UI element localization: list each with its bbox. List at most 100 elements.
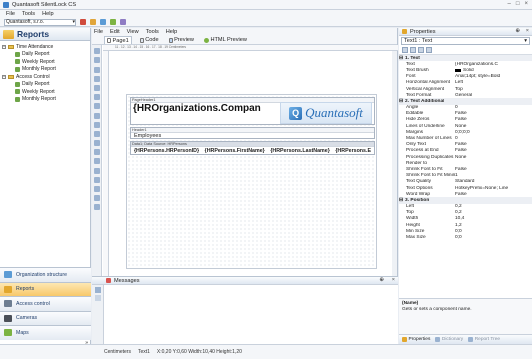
tree-node-ta-monthly[interactable]: Monthly Report [2,66,88,74]
categorized-icon[interactable] [402,47,408,53]
tree-node-ac-daily[interactable]: Daily Report [2,81,88,89]
property-row[interactable]: Text Brush Solid [399,67,532,73]
menu-file[interactable]: File [6,11,15,17]
property-value[interactable]: Arial;14pt; style=Bold [455,74,532,79]
property-row[interactable]: Max Number of Lines 0 [399,135,532,141]
tab-html-preview[interactable]: HTML Preview [202,36,249,44]
property-row[interactable]: Angle 0 [399,105,532,111]
property-value[interactable]: None [455,155,532,160]
property-value[interactable]: 0;0;0;0 [455,130,532,135]
component-selector[interactable]: Text1 : Text ▾ [401,37,530,45]
tab-code[interactable]: Code [138,36,161,44]
property-value[interactable]: 0 [455,136,532,141]
tree-node-access-control[interactable]: − Access Control [2,73,88,81]
subreport-tool-icon[interactable] [94,149,100,156]
property-row[interactable]: Text Format General [399,92,532,98]
shape-tool-icon[interactable] [94,112,100,119]
employees-text-component[interactable]: Employees [131,133,374,139]
zip-tool-icon[interactable] [94,195,100,202]
clear-messages-icon[interactable] [95,287,101,293]
property-value[interactable]: 0,2 [455,204,532,209]
property-value[interactable]: Top [455,87,532,92]
property-value[interactable]: 0 [455,105,532,110]
tab-page1[interactable]: Page1 [104,36,132,44]
company-logo[interactable]: Q Quantasoft [280,102,372,124]
maximize-icon[interactable]: □ [516,1,520,7]
property-row[interactable]: Shrink Font to Fit False [399,166,532,172]
band-tool-icon[interactable] [94,84,100,91]
nav-button-reports[interactable]: Reports [0,281,91,296]
property-value[interactable]: Solid [463,68,532,73]
lock-icon[interactable] [90,19,96,25]
property-row[interactable]: Only Text False [399,142,532,148]
menu-tools[interactable]: Tools [22,11,35,17]
pointer-tool-icon[interactable] [94,48,100,55]
property-row[interactable]: Horizontal Alignment Left [399,80,532,86]
tools-icon[interactable] [80,19,86,25]
field-email[interactable]: {HRPersons.E [335,148,371,154]
alphabetical-icon[interactable] [410,47,416,53]
tab-properties[interactable]: Properties [402,337,430,342]
events-icon[interactable] [426,47,432,53]
property-value[interactable]: None [455,124,532,129]
close-icon[interactable]: × [526,28,529,34]
minimize-icon[interactable]: – [508,1,511,7]
property-value[interactable]: 0;0 [455,229,532,234]
property-row[interactable]: Word Wrap False [399,191,532,197]
tab-dictionary[interactable]: Dictionary [435,337,463,342]
property-row[interactable]: Text Quality Standard [399,179,532,185]
property-row[interactable]: Left 0,2 [399,204,532,210]
container-tool-icon[interactable] [94,167,100,174]
text-tool-icon[interactable] [94,66,100,73]
nav-button-access-control[interactable]: Access control [0,296,91,311]
nav-button-organization[interactable]: Organization structure [0,267,91,282]
property-value[interactable]: 0,2 [455,210,532,215]
property-row[interactable]: Text Options HotkeyPrefix=None; Line [399,185,532,191]
barcode-tool-icon[interactable] [94,130,100,137]
data-band[interactable]: Data1; Data Source: HRPersons {HRPersons… [130,141,375,155]
property-value[interactable]: False [455,142,532,147]
company-combo[interactable]: Quantasoft, s.r.o. ▾ [4,18,76,26]
property-value[interactable]: General [455,93,532,98]
tree-node-time-attendance[interactable]: − Time Attendance [2,43,88,51]
header-band[interactable]: Header1 Employees [130,127,375,139]
property-row[interactable]: Text {HROrganizations.C [399,61,532,67]
report-page[interactable]: PageHeader1 {HROrganizations.Compan Q Qu… [126,94,377,269]
property-value[interactable]: False [455,117,532,122]
panel-tool-icon[interactable] [94,158,100,165]
field-last-name[interactable]: {HRPersons.LastName} [270,148,329,154]
user-icon[interactable] [100,19,106,25]
tab-preview[interactable]: Preview [167,36,196,44]
report-icon[interactable] [120,19,126,25]
property-pages-icon[interactable] [418,47,424,53]
collapse-icon[interactable]: − [2,74,6,79]
property-value[interactable]: Standard [455,179,532,184]
page-header-band[interactable]: PageHeader1 {HROrganizations.Compan Q Qu… [130,97,375,125]
table-tool-icon[interactable] [94,94,100,101]
field-person-id[interactable]: {HRPersons.HRPersonID} [134,148,199,154]
designer-menu-help[interactable]: Help [166,29,178,35]
tab-report-tree[interactable]: Report Tree [468,337,500,342]
property-row[interactable]: Vertical Alignment Top [399,86,532,92]
tree-node-ta-daily[interactable]: Daily Report [2,51,88,59]
property-row[interactable]: Max Size 0;0 [399,234,532,240]
property-row[interactable]: Hide Zeros False [399,117,532,123]
map-tool-icon[interactable] [94,204,100,211]
property-value[interactable]: 0;0 [455,235,532,240]
close-icon[interactable]: × [392,277,395,283]
tree-node-ac-weekly[interactable]: Weekly Report [2,88,88,96]
menu-help[interactable]: Help [42,11,54,17]
line-tool-icon[interactable] [94,121,100,128]
property-row[interactable]: Width 10,4 [399,216,532,222]
chart-tool-icon[interactable] [94,103,100,110]
property-value[interactable]: Left [455,80,532,85]
hand-tool-icon[interactable] [94,57,100,64]
settings-icon[interactable] [95,295,101,301]
checkbox-tool-icon[interactable] [94,140,100,147]
property-value[interactable]: 10,4 [455,216,532,221]
designer-menu-view[interactable]: View [127,29,139,35]
property-value[interactable]: 1,2 [455,223,532,228]
close-icon[interactable]: × [524,1,528,7]
pin-icon[interactable]: ⊕ [515,28,520,34]
property-row[interactable]: Height 1,2 [399,222,532,228]
